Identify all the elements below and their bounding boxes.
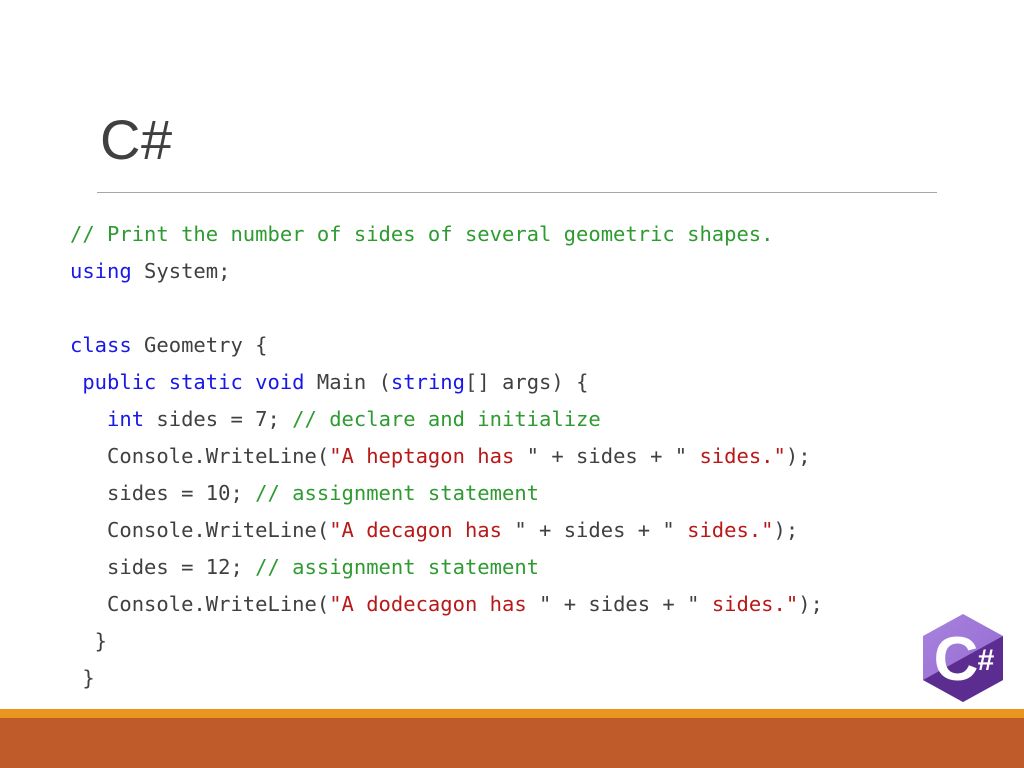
code-token-str: sides." xyxy=(699,444,786,468)
code-token-pln: } xyxy=(70,666,95,690)
footer-accent-strip-brown xyxy=(0,718,1024,768)
code-token-cmt: // declare and initialize xyxy=(292,407,601,431)
code-token-str: "A heptagon has xyxy=(329,444,527,468)
code-token-pln: sides = 10; xyxy=(70,481,256,505)
csharp-logo: C # xyxy=(915,608,1011,708)
code-token-kw: string xyxy=(390,370,465,394)
code-token-pln: ); xyxy=(773,518,799,542)
logo-sharp-symbol: # xyxy=(978,644,995,677)
code-token-cmt: // Print the number of sides of several … xyxy=(70,222,774,246)
code-token-pln: ); xyxy=(798,592,823,616)
code-token-kw: int xyxy=(107,407,145,431)
csharp-logo-svg: C # xyxy=(919,610,1007,706)
code-token-str: sides." xyxy=(711,592,799,616)
code-token-kw: class xyxy=(70,333,132,357)
code-line xyxy=(70,290,823,327)
code-token-pln: Console.WriteLine( xyxy=(70,592,330,616)
code-token-pln: } xyxy=(70,629,108,653)
code-token-pln: " + sides + " xyxy=(539,592,712,616)
code-token-kw: using xyxy=(70,259,132,283)
code-token-pln: " + sides + " xyxy=(526,444,700,468)
code-token-str: "A dodecagon has xyxy=(329,592,540,616)
code-line: // Print the number of sides of several … xyxy=(70,216,823,253)
code-token-pln: System; xyxy=(131,259,231,283)
code-token-pln: sides = 7; xyxy=(144,407,293,431)
code-token-pln: Main ( xyxy=(304,370,391,394)
code-token-str: sides." xyxy=(687,518,774,542)
title-divider xyxy=(97,192,937,193)
code-block: // Print the number of sides of several … xyxy=(70,216,823,697)
code-token-kw: public static void xyxy=(82,370,305,394)
code-token-pln: ); xyxy=(785,444,811,468)
code-line: Console.WriteLine("A heptagon has " + si… xyxy=(70,438,823,475)
code-line: public static void Main (string[] args) … xyxy=(70,364,823,401)
code-line: class Geometry { xyxy=(70,327,823,364)
code-token-pln xyxy=(70,370,82,394)
code-token-pln: Console.WriteLine( xyxy=(70,518,330,542)
code-line: using System; xyxy=(70,253,823,290)
code-token-str: "A decagon has xyxy=(329,518,515,542)
code-line: } xyxy=(70,623,823,660)
code-token-pln: " + sides + " xyxy=(514,518,688,542)
code-token-pln: sides = 12; xyxy=(70,555,256,579)
code-line: Console.WriteLine("A dodecagon has " + s… xyxy=(70,586,823,623)
code-token-pln: Geometry { xyxy=(131,333,268,357)
code-token-pln xyxy=(70,407,107,431)
code-token-pln: [] args) { xyxy=(464,370,589,394)
code-line: int sides = 7; // declare and initialize xyxy=(70,401,823,438)
code-line: } xyxy=(70,660,823,697)
code-token-cmt: // assignment statement xyxy=(255,555,540,579)
code-line: Console.WriteLine("A decagon has " + sid… xyxy=(70,512,823,549)
code-token-pln: Console.WriteLine( xyxy=(70,444,330,468)
footer-accent-strip-orange xyxy=(0,709,1024,718)
code-token-pln xyxy=(70,296,82,320)
code-line: sides = 12; // assignment statement xyxy=(70,549,823,586)
logo-letter-c: C xyxy=(934,625,979,694)
page-title: C# xyxy=(100,108,173,171)
code-token-cmt: // assignment statement xyxy=(255,481,540,505)
code-line: sides = 10; // assignment statement xyxy=(70,475,823,512)
